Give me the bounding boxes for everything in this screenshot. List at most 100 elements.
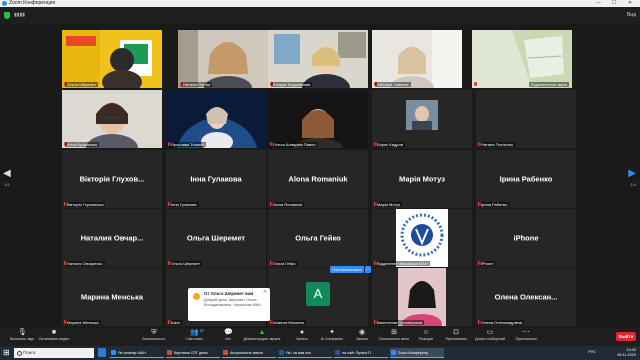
participant-display-name: Ольга Шеремет [186,233,246,243]
tray-date: 06.11.2023 [617,353,636,357]
participant-name: Відділення Черкаська МАН [375,261,430,266]
leave-meeting-button[interactable]: Выйти [616,332,636,341]
participant-tile[interactable]: Олеся Шевцова Павло [268,90,368,148]
participant-tile[interactable]: Алла Кузьменко [62,90,162,148]
taskbar-search[interactable]: Поиск [14,348,94,358]
notification-title: От Ольга Шеремет вам [204,291,254,296]
video-icon: ■ [51,329,57,336]
participant-tile[interactable]: Ольга Шеремет [62,30,162,88]
security-button[interactable]: ⛨ Безопасность [132,329,176,342]
next-page-arrow-icon[interactable]: ▶ [628,168,636,179]
participants-icon: 👥 [190,329,199,336]
connection-signal[interactable]: ▮▮▮▮ [14,12,25,19]
window-title: Zoom Конференция [9,0,56,6]
shield-icon: ⛨ [151,329,157,336]
participant-tile[interactable]: Відділення Черкаська МАН [372,209,472,267]
participant-name: Марія Мотуз [375,202,403,207]
close-window-button[interactable]: ✕ [628,0,632,7]
tray-lang: РУС [588,350,596,354]
task-label: Картинка СПГ демо [174,351,208,355]
previous-page-arrow-icon[interactable]: ◀ [3,168,11,179]
participant-tile[interactable]: Наталя Тесленко [476,90,576,148]
more-options-button[interactable]: ⋯ [365,266,371,273]
participant-tile[interactable]: Ірина Рабенко Ірина Рабенко [476,150,576,208]
participant-name: Наталя Тесленко [479,142,515,147]
maximize-button[interactable]: ☐ [612,0,616,7]
participant-tile[interactable]: Борис Кадров [372,90,472,148]
view-button[interactable]: Вид [627,11,636,19]
participant-name: Alona Romaniuk [271,202,305,207]
app-icon [167,350,172,355]
stop-video-button[interactable]: ■ Остановить видео [32,329,76,342]
taskbar-task[interactable]: Як семінар МАН [110,348,164,358]
participant-tile[interactable]: Ольга Гейко Ольга Гейко [268,209,368,267]
record2-icon: ◉ [358,329,366,336]
participant-tile[interactable]: Ольга Шеремет Ольга Шеремет [166,209,266,267]
taskbar-task[interactable]: Картинка СПГ демо [166,348,220,358]
app-icon [223,350,228,355]
participant-avatar: A [306,282,330,306]
minimize-button[interactable]: — [596,0,601,7]
participant-tile[interactable]: Alona Romaniuk Alona Romaniuk [268,150,368,208]
participant-display-name: Ольга Гейко [295,233,341,243]
participant-name: Ольга Гейко [271,261,298,266]
participant-tile[interactable]: Viktoriya Zaitseva [372,30,462,88]
page-indicator-right: 1/4 [630,182,636,187]
system-tray[interactable]: РУС 10:02 06.11.2023 [526,348,636,358]
video-feed [372,90,472,148]
taskbar-task[interactable]: на сайт Пуліна П [334,348,388,358]
participant-tile[interactable]: Валентина Суховерська [372,268,472,326]
close-notification-icon[interactable]: ✕ [263,289,267,295]
participant-name: Ольга Шеремет [65,82,99,87]
participant-tile[interactable]: Подключение звука [472,30,572,88]
app-icon [335,350,340,355]
reaction-icon: ☺ [422,329,430,336]
participant-name: Шкаг [169,320,183,325]
share-screen-button[interactable]: ▲ Демонстрация экрана [240,329,284,342]
chat-notification[interactable]: От Ольга Шеремет вам Добрий день. Шереме… [188,288,270,321]
participant-display-name: Ірина Рабенко [499,174,553,184]
apps-icon: ⊡ [453,329,459,336]
rename-button[interactable]: Переименовать [330,266,364,273]
participant-tile[interactable]: Вікторія Глухов... Вікторія Глуховська [62,150,162,208]
participant-name: Вікторія Глуховська [65,202,106,207]
participant-tile[interactable]: Наталія Пугіна [178,30,278,88]
video-feed [472,30,572,88]
participant-name: Олеся Шевцова Павло [271,142,318,147]
participant-tile[interactable]: Марина Менська Марина Менська [62,268,162,326]
muted-mic-icon [474,82,477,86]
participant-name: Марина Менська [65,320,101,325]
participant-tile[interactable]: iPhone iPhone [476,209,576,267]
video-feed [372,209,472,267]
participant-tile[interactable]: Наталия Овчар... Наталія Овчаренко [62,209,162,267]
encryption-shield-icon[interactable] [4,12,10,19]
taskbar-task[interactable]: Як і за ким пок [278,348,332,358]
participant-tile[interactable]: Олена Олексан... Олена Олександрівна [476,268,576,326]
taskbar-task[interactable]: Актуальність викон [222,348,276,358]
participant-name: Наталія Овчаренко [65,261,105,266]
window-titlebar: Zoom Конференция — ☐ ✕ [0,0,640,7]
rooms-icon: ⊞ [391,329,397,336]
zoom-logo-icon [2,1,7,6]
participant-name: Наталія Пугіна [181,82,213,87]
taskbar-task-active[interactable]: Zoom Конференц [390,348,444,358]
participant-tile[interactable]: Клиция Евдокимова [268,30,368,88]
video-feed [62,90,162,148]
chat-avatar-icon [193,293,200,300]
task-view-icon[interactable] [98,348,106,357]
participant-tile[interactable]: Інна Гулакова Інна Гулакова [166,150,266,208]
notification-body: Добрий день. Шеремет Ольга Володимирівна… [204,298,262,307]
participant-tile[interactable]: A Анжела Мосичко [268,268,368,326]
participant-name: Ольга Шеремет [169,261,203,266]
windows-start-icon[interactable]: ⊞ [3,349,11,357]
participant-tile[interactable]: Ярослава Тешель [166,90,268,148]
more-apps-button[interactable]: ⋯ Приложения [504,329,548,342]
participant-name: Алла Кузьменко [65,142,100,147]
video-feed [166,90,268,148]
toolbar-label: Безопасность [142,337,166,341]
participant-tile[interactable]: Марія Мотуз Марія Мотуз [372,150,472,208]
video-feed [268,30,368,88]
gallery-grid: Ольга Шеремет Наталія Пугіна Клиция Евдо… [0,24,640,328]
participant-display-name: Марина Менська [80,292,144,302]
video-feed [268,90,368,148]
